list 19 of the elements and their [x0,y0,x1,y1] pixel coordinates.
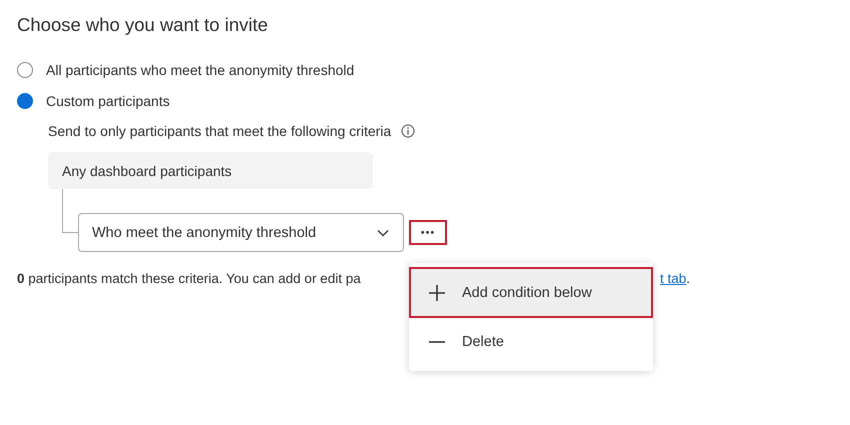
menu-item[interactable]: Add condition below [409,267,653,318]
link[interactable]: t tab [660,271,686,286]
period-text: . [686,271,690,286]
option-label: Custom participants [46,92,170,108]
match-summary: 0 participants match these criteria. You can add or edit pa [17,271,361,288]
radio-button[interactable] [17,62,33,78]
tree-connector [62,189,78,233]
minus-icon [428,340,446,342]
chevron-down-icon [377,228,389,236]
option-label: All participants who meet the anonymity threshold [46,62,354,78]
section-title: Choose who you want to invite [16,13,269,37]
plus-icon [428,284,446,302]
condition-dropdown[interactable]: Who meet the anonymity threshold [78,213,404,252]
more-options-button[interactable]: ••• [409,220,447,245]
criteria-description: Send to only participants that meet the following criteria [48,123,392,139]
group-label: Any dashboard participants [48,152,373,189]
menu-item[interactable]: Delete [409,318,653,365]
radio-button[interactable] [17,92,33,108]
info-icon[interactable] [401,124,416,138]
